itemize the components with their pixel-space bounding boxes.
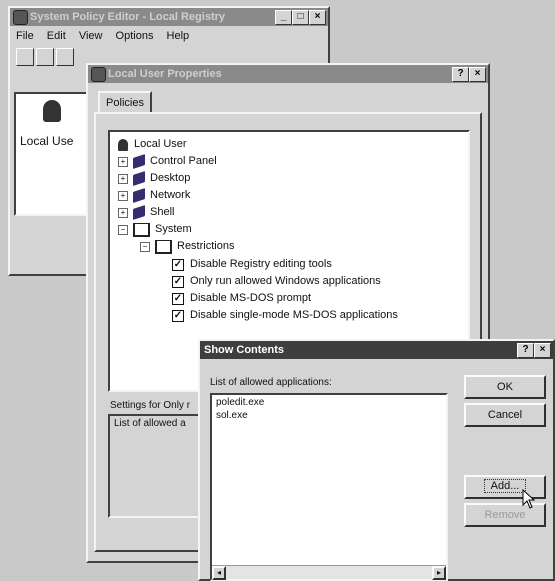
menu-edit[interactable]: Edit (47, 30, 66, 42)
user-icon (118, 138, 128, 151)
tree-item-label: Shell (150, 206, 175, 218)
tree-item[interactable]: + Shell (118, 204, 174, 221)
dialog-title: Show Contents (204, 344, 285, 356)
save-icon[interactable] (56, 48, 74, 66)
properties-title-bar: Local User Properties ? × (88, 65, 488, 83)
tree-item-restrictions[interactable]: − Restrictions (140, 238, 234, 255)
editor-title-bar: System Policy Editor - Local Registry _ … (10, 8, 328, 26)
policy-label: Disable single-mode MS-DOS applications (190, 309, 398, 321)
dialog-close-button[interactable]: × (534, 343, 551, 358)
checkbox-checked[interactable]: ✓ (172, 258, 184, 271)
policy-checkbox-row[interactable]: ✓ Only run allowed Windows applications (172, 273, 381, 290)
mouse-cursor-icon (522, 489, 536, 509)
checkbox-checked[interactable]: ✓ (172, 309, 184, 322)
tree-root-label: Local User (134, 138, 187, 150)
editor-title: System Policy Editor - Local Registry (30, 11, 226, 23)
list-item[interactable]: sol.exe (212, 408, 446, 421)
show-contents-dialog: Show Contents ? × List of allowed applic… (198, 339, 555, 581)
properties-close-button[interactable]: × (469, 67, 486, 82)
close-button[interactable]: × (309, 10, 326, 25)
properties-title: Local User Properties (108, 68, 222, 80)
tab-policies-label: Policies (106, 97, 144, 109)
collapse-icon[interactable]: − (118, 224, 128, 235)
book-closed-icon (133, 171, 145, 186)
add-button-label: Add... (483, 479, 527, 493)
tree-item-label: System (155, 223, 192, 235)
applications-list[interactable]: poledit.exe sol.exe ◂ ▸ (210, 393, 448, 581)
expand-icon[interactable]: + (118, 190, 128, 201)
horizontal-scrollbar[interactable]: ◂ ▸ (212, 565, 446, 580)
dialog-help-button[interactable]: ? (517, 343, 534, 358)
book-closed-icon (133, 188, 145, 203)
book-open-icon (155, 239, 172, 254)
settings-label: Settings for Only r (110, 400, 191, 411)
dialog-title-bar: Show Contents ? × (200, 341, 553, 359)
minimize-button[interactable]: _ (275, 10, 292, 25)
list-item[interactable]: poledit.exe (212, 395, 446, 408)
menu-help[interactable]: Help (167, 30, 190, 42)
expand-icon[interactable]: + (118, 156, 128, 167)
policy-checkbox-row[interactable]: ✓ Disable single-mode MS-DOS applications (172, 307, 398, 324)
local-user-label[interactable]: Local Use (20, 134, 73, 148)
user-icon[interactable] (43, 100, 61, 122)
checkbox-checked[interactable]: ✓ (172, 292, 184, 305)
menu-options[interactable]: Options (116, 30, 154, 42)
scroll-right-icon[interactable]: ▸ (432, 566, 446, 580)
maximize-button[interactable]: □ (292, 10, 309, 25)
checkbox-checked[interactable]: ✓ (172, 275, 184, 288)
expand-icon[interactable]: + (118, 207, 128, 218)
book-closed-icon (133, 154, 145, 169)
book-open-icon (133, 222, 150, 237)
new-file-icon[interactable] (16, 48, 34, 66)
properties-icon (91, 67, 106, 82)
list-label: List of allowed applications: (210, 377, 332, 388)
policy-checkbox-row[interactable]: ✓ Disable Registry editing tools (172, 256, 332, 273)
tree-item-label: Restrictions (177, 240, 235, 252)
tree-item-system[interactable]: − System (118, 221, 192, 238)
policy-label: Only run allowed Windows applications (190, 275, 381, 287)
tree-item[interactable]: + Network (118, 187, 190, 204)
policy-checkbox-row[interactable]: ✓ Disable MS-DOS prompt (172, 290, 311, 307)
app-icon (13, 10, 28, 25)
tree-item-label: Network (150, 189, 191, 201)
tree-root[interactable]: Local User (118, 136, 187, 153)
cancel-button[interactable]: Cancel (464, 403, 546, 427)
menu-file[interactable]: File (16, 30, 34, 42)
tree-item-label: Control Panel (150, 155, 217, 167)
expand-icon[interactable]: + (118, 173, 128, 184)
scroll-left-icon[interactable]: ◂ (212, 566, 226, 580)
book-closed-icon (133, 205, 145, 220)
properties-help-button[interactable]: ? (452, 67, 469, 82)
policy-label: Disable Registry editing tools (190, 258, 332, 270)
open-folder-icon[interactable] (36, 48, 54, 66)
collapse-icon[interactable]: − (140, 241, 150, 252)
tree-item[interactable]: + Control Panel (118, 153, 217, 170)
tab-policies[interactable]: Policies (98, 91, 152, 113)
menu-bar: File Edit View Options Help (10, 26, 328, 46)
policy-label: Disable MS-DOS prompt (190, 292, 312, 304)
tree-item[interactable]: + Desktop (118, 170, 190, 187)
tree-item-label: Desktop (150, 172, 191, 184)
editor-content-pane: Local Use (14, 92, 92, 216)
ok-button[interactable]: OK (464, 375, 546, 399)
menu-view[interactable]: View (79, 30, 103, 42)
